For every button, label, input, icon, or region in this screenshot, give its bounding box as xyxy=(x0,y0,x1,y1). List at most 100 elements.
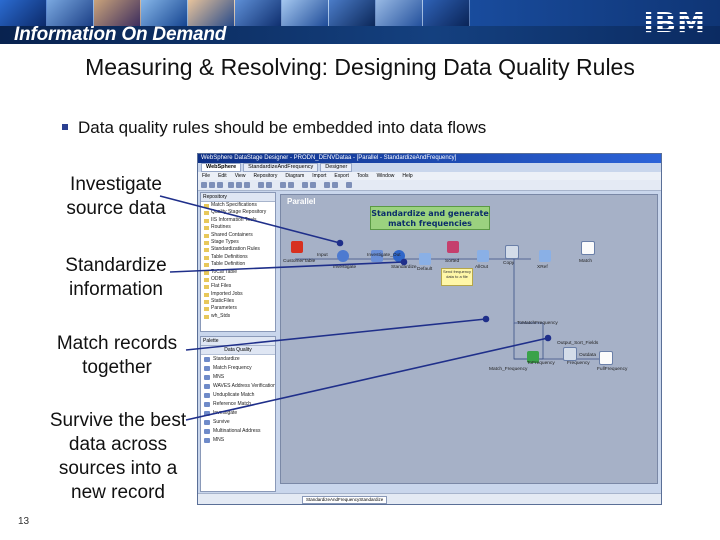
label-match: Match records together xyxy=(56,333,178,378)
palette-item[interactable]: Reference Match xyxy=(201,400,275,409)
annotation-note[interactable]: Send frequency data to a file xyxy=(441,268,473,286)
zoom-out-icon[interactable] xyxy=(288,182,294,188)
repo-item[interactable]: Table Definitions xyxy=(201,254,275,261)
banner-photo-tile xyxy=(423,0,470,26)
repo-item[interactable]: Imported Jobs xyxy=(201,291,275,298)
repo-item[interactable]: Parameters xyxy=(201,305,275,312)
banner-photo-tile xyxy=(94,0,141,26)
node-label: ToMatchFrequency xyxy=(517,321,558,326)
header-banner: Information On Demand IBM xyxy=(0,0,720,44)
tab-designer[interactable]: Designer xyxy=(320,163,353,172)
menu-import[interactable]: Import xyxy=(312,173,326,179)
repo-item[interactable]: Quality Stage Repository xyxy=(201,209,275,216)
compile-icon[interactable] xyxy=(258,182,264,188)
grid-icon[interactable] xyxy=(302,182,308,188)
menu-diagram[interactable]: Diagram xyxy=(285,173,304,179)
repo-item[interactable]: Stage Types xyxy=(201,239,275,246)
status-job-tab[interactable]: StandardizeAndFrequencyStandardize xyxy=(302,496,388,504)
help-icon[interactable] xyxy=(346,182,352,188)
cut-icon[interactable] xyxy=(228,182,234,188)
palette-item[interactable]: Multinational Address xyxy=(201,427,275,436)
repository-header: Repository xyxy=(201,193,275,202)
default-stage-icon[interactable] xyxy=(419,253,431,265)
node-label: Outdata xyxy=(579,353,597,358)
palette-item[interactable]: Standardize xyxy=(201,355,275,364)
menu-export[interactable]: Export xyxy=(334,173,348,179)
frequency-file-stage-icon[interactable] xyxy=(599,351,613,365)
repo-item[interactable]: Flat Files xyxy=(201,283,275,290)
datastage-designer-window: WebSphere DataStage Designer - PRODN_DEN… xyxy=(197,153,662,505)
job-canvas[interactable]: Parallel CustomerTable Input Investigate… xyxy=(280,194,658,484)
palette-header: Palette xyxy=(201,337,275,346)
bullet-square-icon xyxy=(62,124,68,130)
menu-window[interactable]: Window xyxy=(377,173,395,179)
allout-stage-icon[interactable] xyxy=(477,250,489,262)
repo-item[interactable]: ToCal Table xyxy=(201,269,275,276)
menu-view[interactable]: View xyxy=(235,173,246,179)
repo-item[interactable]: Match Specifications xyxy=(201,202,275,209)
palette-item[interactable]: MNS xyxy=(201,373,275,382)
open-icon[interactable] xyxy=(209,182,215,188)
palette-item[interactable]: WAVES Address Verification xyxy=(201,382,275,391)
run-icon[interactable] xyxy=(266,182,272,188)
repo-item[interactable]: Shared Containers xyxy=(201,232,275,239)
menu-bar: File Edit View Repository Diagram Import Expor… xyxy=(198,172,661,180)
palette-item[interactable]: MNS xyxy=(201,436,275,445)
link-icon[interactable] xyxy=(324,182,330,188)
banner-photo-tile xyxy=(0,0,47,26)
menu-edit[interactable]: Edit xyxy=(218,173,227,179)
node-label: Frequency xyxy=(567,361,590,366)
node-label: Investigate_Out xyxy=(367,253,401,258)
banner-photo-tile xyxy=(188,0,235,26)
repo-item[interactable]: Table Definition xyxy=(201,261,275,268)
menu-repository[interactable]: Repository xyxy=(253,173,277,179)
label-investigate: Investigate source data xyxy=(66,174,166,219)
banner-title: Information On Demand xyxy=(14,24,227,44)
save-icon[interactable] xyxy=(217,182,223,188)
sort-stage-icon[interactable] xyxy=(447,241,459,253)
repo-item[interactable]: Routines xyxy=(201,224,275,231)
node-label: Sorted xyxy=(445,259,460,264)
node-label: Match_Frequency xyxy=(489,367,528,372)
palette-item[interactable]: Investigate xyxy=(201,409,275,418)
xref-stage-icon[interactable] xyxy=(539,250,551,262)
repo-item[interactable]: ODBC xyxy=(201,276,275,283)
menu-tools[interactable]: Tools xyxy=(357,173,369,179)
callout-standardize-match: Standardize and generate match frequenci… xyxy=(370,206,490,230)
palette-item[interactable]: Match Frequency xyxy=(201,364,275,373)
properties-icon[interactable] xyxy=(332,182,338,188)
database-stage-icon[interactable] xyxy=(291,241,303,253)
output-sort-stage-icon[interactable] xyxy=(563,347,577,361)
repo-item[interactable]: StaticFiles xyxy=(201,298,275,305)
palette-group[interactable]: Data Quality xyxy=(201,346,275,355)
banner-photo-tile xyxy=(329,0,376,26)
zoom-in-icon[interactable] xyxy=(280,182,286,188)
node-label: Investigate xyxy=(333,265,357,270)
palette-item[interactable]: Survive xyxy=(201,418,275,427)
node-label: CustomerTable xyxy=(283,259,316,264)
file-stage-icon[interactable] xyxy=(581,241,595,255)
menu-file[interactable]: File xyxy=(202,173,210,179)
repository-panel: Repository Match Specifications Quality … xyxy=(200,192,276,332)
tab-websphere[interactable]: WebSphere xyxy=(201,163,242,172)
tab-job[interactable]: StandardizeAndFrequency xyxy=(243,163,319,172)
repo-item[interactable]: IIS Information Tools xyxy=(201,217,275,224)
node-label: Input xyxy=(317,253,328,258)
copy-icon[interactable] xyxy=(236,182,242,188)
banner-photo-tile xyxy=(235,0,282,26)
investigate-stage-icon[interactable] xyxy=(337,250,349,262)
paste-icon[interactable] xyxy=(244,182,250,188)
bullet-point: Data quality rules should be embedded in… xyxy=(62,118,486,138)
snap-icon[interactable] xyxy=(310,182,316,188)
banner-photo-tile xyxy=(47,0,94,26)
canvas-links xyxy=(295,258,601,360)
repo-item[interactable]: Standardization Rules xyxy=(201,246,275,253)
node-label: Match xyxy=(579,259,593,264)
repo-item[interactable]: wh_Stds xyxy=(201,313,275,320)
copy-stage-icon[interactable] xyxy=(505,245,519,259)
bullet-text: Data quality rules should be embedded in… xyxy=(78,118,487,137)
menu-help[interactable]: Help xyxy=(402,173,412,179)
palette-panel: Palette Data Quality Standardize Match F… xyxy=(200,336,276,492)
new-icon[interactable] xyxy=(201,182,207,188)
palette-item[interactable]: Unduplicate Match xyxy=(201,391,275,400)
